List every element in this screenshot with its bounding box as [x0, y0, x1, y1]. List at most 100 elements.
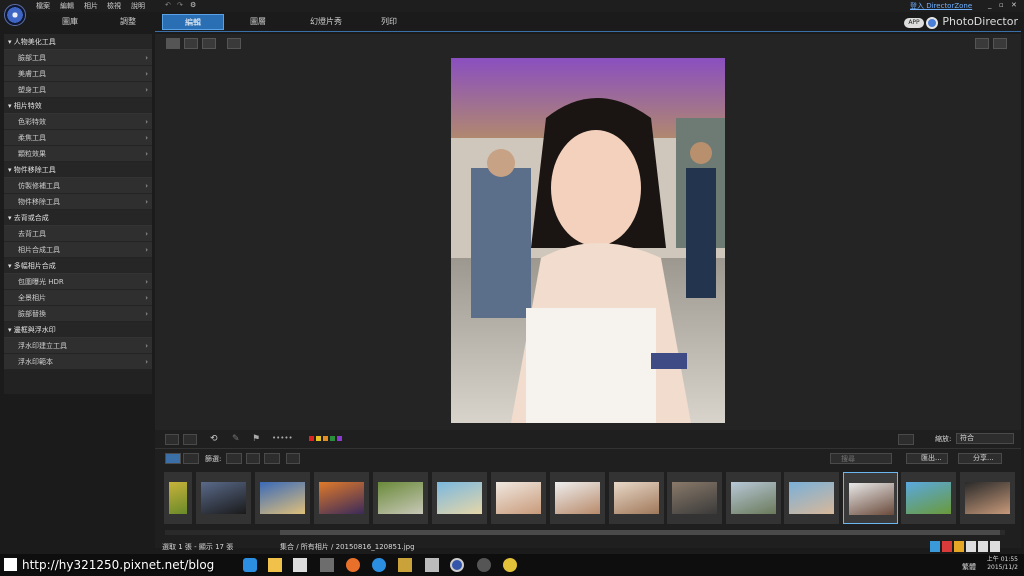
- ie-icon[interactable]: [372, 558, 386, 572]
- filter-stack-select[interactable]: [286, 453, 300, 464]
- sidebar-item[interactable]: 去背工具 ›: [4, 226, 152, 242]
- thumbnail[interactable]: [726, 472, 781, 524]
- compare-view-icon[interactable]: [184, 38, 198, 49]
- filmstrip-view-icon[interactable]: [165, 453, 181, 464]
- thumbnail[interactable]: [255, 472, 310, 524]
- sidebar-section-header[interactable]: ▾ 相片特效: [4, 98, 152, 114]
- thumbnail[interactable]: [491, 472, 546, 524]
- photodirector-taskbar-icon[interactable]: [450, 558, 464, 572]
- ime-toolbar[interactable]: [930, 541, 1020, 552]
- flag-icon[interactable]: ⚑: [252, 434, 266, 445]
- zoom-select[interactable]: 符合: [956, 433, 1014, 444]
- app-icon-a[interactable]: [398, 558, 412, 572]
- edge-icon[interactable]: [243, 558, 257, 572]
- ime-icon-5[interactable]: [978, 541, 988, 552]
- language-indicator[interactable]: 繁體: [962, 562, 976, 572]
- thumbnail[interactable]: [196, 472, 251, 524]
- thumbnail[interactable]: [314, 472, 369, 524]
- menu-help[interactable]: 說明: [131, 1, 145, 11]
- tab-adjust[interactable]: 調整: [100, 14, 156, 30]
- filter-checkbox-select[interactable]: [246, 453, 260, 464]
- zoom-icon[interactable]: [975, 38, 989, 49]
- pan-hand-icon[interactable]: [993, 38, 1007, 49]
- app-icon-3d[interactable]: [320, 558, 334, 572]
- directorzone-link[interactable]: 登入 DirectorZone: [910, 1, 972, 11]
- clock[interactable]: 上午 01:55 2015/11/2: [987, 556, 1018, 572]
- settings-icon[interactable]: ⚙: [190, 1, 196, 9]
- undo-icon[interactable]: ↶: [165, 1, 171, 9]
- thumbnail[interactable]: [843, 472, 898, 524]
- thumbnail[interactable]: [164, 472, 192, 524]
- redo-icon[interactable]: ↷: [177, 1, 183, 9]
- ime-icon-1[interactable]: [930, 541, 940, 552]
- thumbnail[interactable]: [784, 472, 839, 524]
- rotate-icon[interactable]: ⟲: [210, 434, 222, 445]
- thumbnail[interactable]: [609, 472, 664, 524]
- sidebar-section-header[interactable]: ▾ 物件移除工具: [4, 162, 152, 178]
- store-icon[interactable]: [293, 558, 307, 572]
- thumbnail[interactable]: [432, 472, 487, 524]
- tab-print[interactable]: 列印: [362, 14, 416, 30]
- sidebar-item[interactable]: 臉部工具 ›: [4, 50, 152, 66]
- sidebar-item[interactable]: 顆粒效果 ›: [4, 146, 152, 162]
- close-icon[interactable]: ✕: [1011, 1, 1017, 9]
- grid-view-icon[interactable]: [202, 38, 216, 49]
- sidebar-item[interactable]: 美膚工具 ›: [4, 66, 152, 82]
- tab-layers[interactable]: 圖層: [232, 14, 284, 30]
- filter-flag-select[interactable]: [226, 453, 242, 464]
- ime-icon-6[interactable]: [990, 541, 1000, 552]
- tab-edit[interactable]: 編輯: [162, 14, 224, 30]
- thumbnail[interactable]: [667, 472, 722, 524]
- sidebar-item[interactable]: 全景相片 ›: [4, 290, 152, 306]
- sidebar-item[interactable]: 柔焦工具 ›: [4, 130, 152, 146]
- app-icon-c[interactable]: [477, 558, 491, 572]
- app-logo-icon[interactable]: [4, 4, 26, 26]
- sidebar-section-header[interactable]: ▾ 人物美化工具: [4, 34, 152, 50]
- color-label-green[interactable]: [330, 436, 335, 441]
- menu-edit[interactable]: 編輯: [60, 1, 74, 11]
- sidebar-section-header[interactable]: ▾ 多幅相片合成: [4, 258, 152, 274]
- tab-slideshow[interactable]: 幻燈片秀: [296, 14, 356, 30]
- color-label-orange[interactable]: [323, 436, 328, 441]
- minimize-icon[interactable]: _: [988, 1, 992, 9]
- thumbnail[interactable]: [550, 472, 605, 524]
- sidebar-item[interactable]: 包圍曝光 HDR ›: [4, 274, 152, 290]
- sidebar-item[interactable]: 相片合成工具 ›: [4, 242, 152, 258]
- sidebar-item[interactable]: 物件移除工具 ›: [4, 194, 152, 210]
- ime-icon-4[interactable]: [966, 541, 976, 552]
- menu-view[interactable]: 檢視: [107, 1, 121, 11]
- sidebar-section-header[interactable]: ▾ 去背或合成: [4, 210, 152, 226]
- filmstrip-scroll-thumb[interactable]: [280, 530, 1000, 535]
- filter-edit-select[interactable]: [264, 453, 280, 464]
- app-icon-d[interactable]: [503, 558, 517, 572]
- dual-layout-icon[interactable]: [183, 434, 197, 445]
- fullscreen-icon[interactable]: [227, 38, 241, 49]
- sidebar-item[interactable]: 色彩特效 ›: [4, 114, 152, 130]
- maximize-icon[interactable]: ▫: [999, 1, 1004, 9]
- ime-icon-2[interactable]: [942, 541, 952, 552]
- list-view-icon[interactable]: [183, 453, 199, 464]
- sort-icon[interactable]: [898, 434, 914, 445]
- start-icon[interactable]: [4, 558, 17, 571]
- thumbnail[interactable]: [373, 472, 428, 524]
- app-badge[interactable]: APP: [904, 18, 924, 28]
- explorer-icon[interactable]: [268, 558, 282, 572]
- sidebar-item[interactable]: 浮水印範本 ›: [4, 354, 152, 370]
- sidebar-item[interactable]: 塑身工具 ›: [4, 82, 152, 98]
- sidebar-item[interactable]: 臉部替換 ›: [4, 306, 152, 322]
- color-label-yellow[interactable]: [316, 436, 321, 441]
- app-icon-b[interactable]: [425, 558, 439, 572]
- export-button[interactable]: 匯出...: [906, 453, 948, 464]
- brush-icon[interactable]: ✎: [232, 434, 244, 445]
- share-button[interactable]: 分享...: [958, 453, 1002, 464]
- firefox-icon[interactable]: [346, 558, 360, 572]
- color-label-red[interactable]: [309, 436, 314, 441]
- menu-file[interactable]: 檔案: [36, 1, 50, 11]
- sidebar-item[interactable]: 仿製修補工具 ›: [4, 178, 152, 194]
- single-view-icon[interactable]: [166, 38, 180, 49]
- color-label-purple[interactable]: [337, 436, 342, 441]
- ime-icon-3[interactable]: [954, 541, 964, 552]
- thumbnail[interactable]: [901, 472, 956, 524]
- rating-dots[interactable]: •••••: [272, 434, 302, 445]
- tab-library[interactable]: 圖庫: [40, 14, 100, 30]
